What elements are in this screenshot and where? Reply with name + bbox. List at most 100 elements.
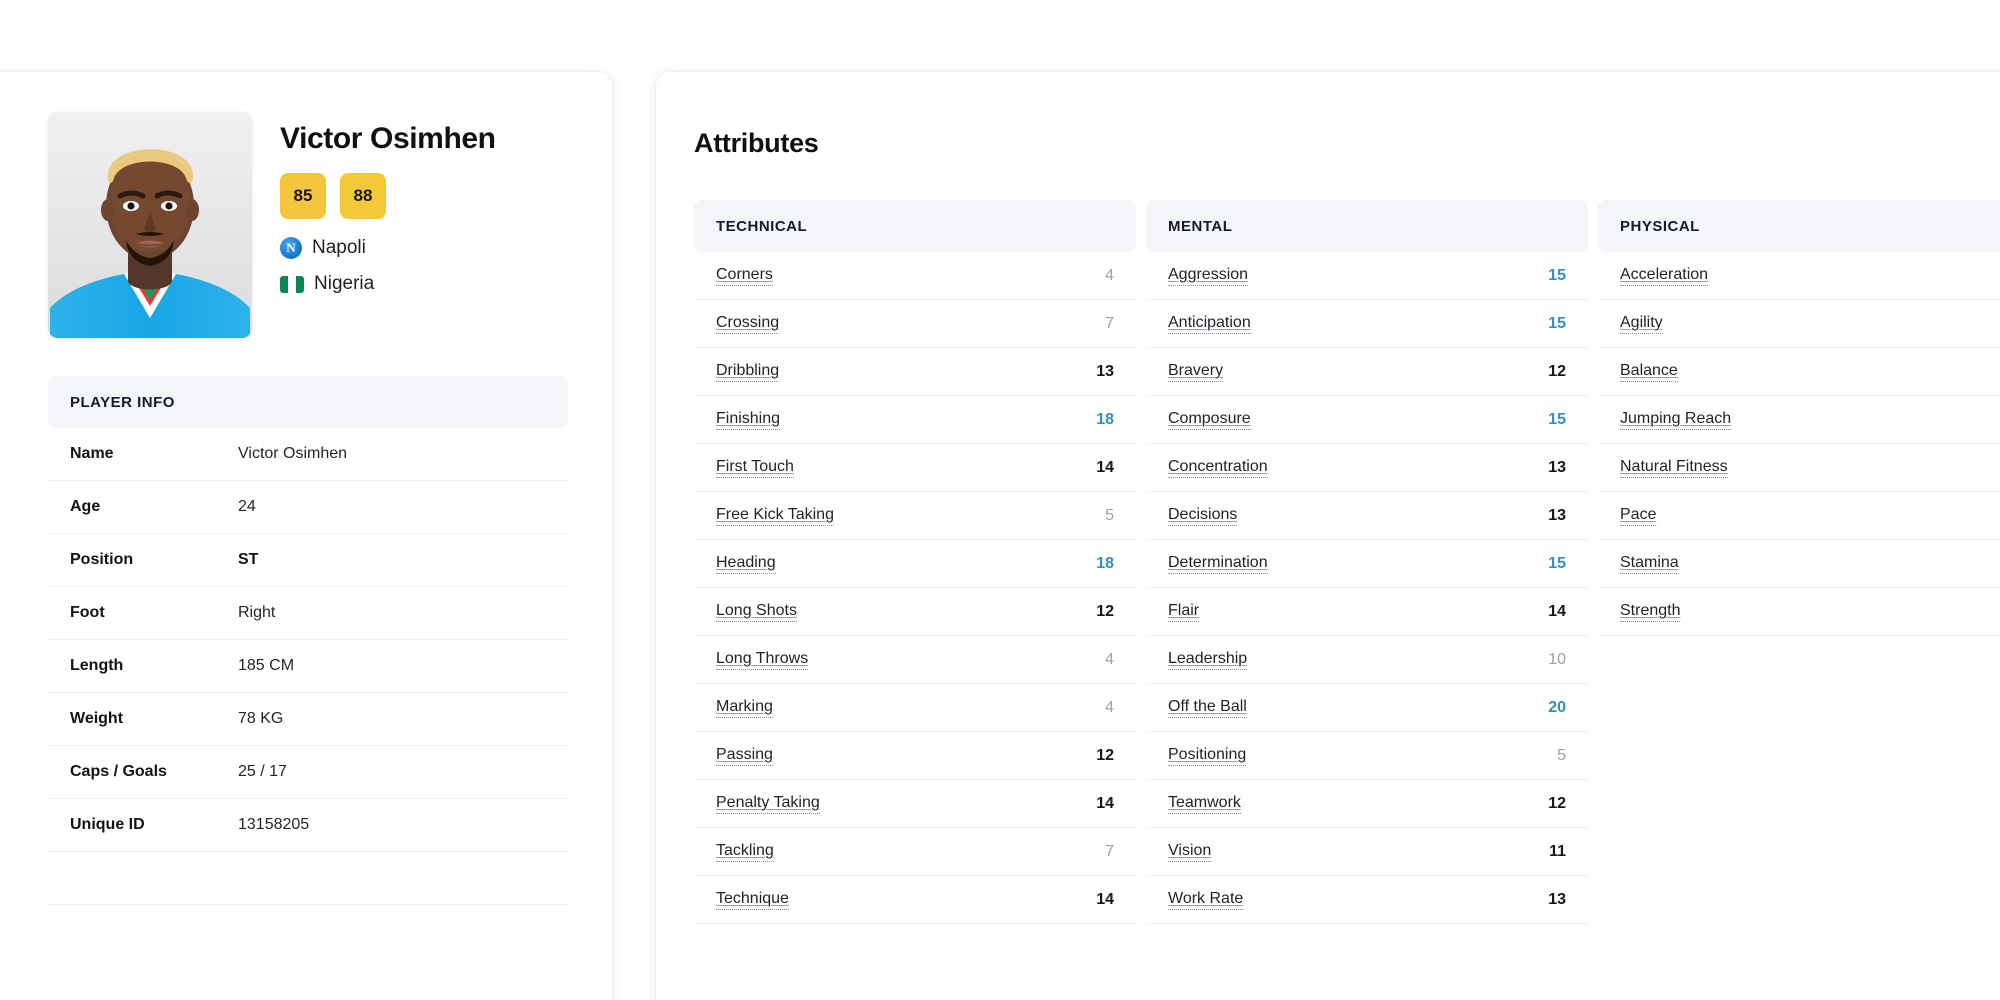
player-info-value: Right bbox=[238, 604, 276, 621]
attribute-name[interactable]: Work Rate bbox=[1168, 890, 1244, 910]
attribute-name[interactable]: Determination bbox=[1168, 554, 1268, 574]
player-info-label: Weight bbox=[70, 710, 124, 727]
attribute-row: Work Rate 13 bbox=[1146, 876, 1588, 924]
attribute-value: 15 bbox=[1548, 554, 1566, 572]
attribute-name[interactable]: Free Kick Taking bbox=[716, 506, 834, 526]
attribute-row: Determination 15 bbox=[1146, 540, 1588, 588]
attribute-name[interactable]: Teamwork bbox=[1168, 794, 1241, 814]
player-info-value: 24 bbox=[238, 498, 256, 515]
attribute-value: 12 bbox=[1548, 362, 1566, 380]
attribute-value: 4 bbox=[1105, 698, 1114, 716]
attribute-value: 11 bbox=[1549, 842, 1566, 860]
attribute-value: 12 bbox=[1096, 746, 1114, 764]
player-info-label: Age bbox=[70, 498, 101, 515]
player-info-label: Position bbox=[70, 551, 134, 568]
attribute-name[interactable]: Technique bbox=[716, 890, 789, 910]
attribute-name[interactable]: Agility bbox=[1620, 314, 1663, 334]
player-info-spacer-row bbox=[48, 852, 568, 905]
attribute-column-physical: PHYSICALAcceleration17Agility15Balance15… bbox=[1598, 200, 2000, 924]
attribute-name[interactable]: Concentration bbox=[1168, 458, 1268, 478]
attribute-name[interactable]: Leadership bbox=[1168, 650, 1248, 670]
attribute-name[interactable]: First Touch bbox=[716, 458, 794, 478]
attribute-value: 13 bbox=[1548, 506, 1566, 524]
attribute-row: Tackling 7 bbox=[694, 828, 1136, 876]
attribute-value: 12 bbox=[1096, 602, 1114, 620]
rating-badges: 85 88 bbox=[280, 173, 568, 219]
attribute-row: Positioning 5 bbox=[1146, 732, 1588, 780]
player-info-label: Foot bbox=[70, 604, 105, 621]
attribute-name[interactable]: Long Throws bbox=[716, 650, 809, 670]
attribute-value: 12 bbox=[1548, 794, 1566, 812]
attribute-column-header: TECHNICAL bbox=[694, 200, 1136, 252]
player-info-row: Length 185 CM bbox=[48, 640, 568, 693]
attribute-value: 14 bbox=[1548, 602, 1566, 620]
attribute-name[interactable]: Dribbling bbox=[716, 362, 780, 382]
attribute-name[interactable]: Natural Fitness bbox=[1620, 458, 1728, 478]
attribute-name[interactable]: Decisions bbox=[1168, 506, 1238, 526]
attribute-row: Composure 15 bbox=[1146, 396, 1588, 444]
attribute-name[interactable]: Anticipation bbox=[1168, 314, 1251, 334]
player-info-table: Name Victor Osimhen Age 24 Position ST Foot Rig… bbox=[48, 428, 568, 852]
current-ability-badge[interactable]: 85 bbox=[280, 173, 326, 219]
attribute-name[interactable]: Penalty Taking bbox=[716, 794, 820, 814]
club-row[interactable]: N Napoli bbox=[280, 237, 568, 259]
attribute-name[interactable]: Stamina bbox=[1620, 554, 1679, 574]
attribute-name[interactable]: Acceleration bbox=[1620, 266, 1709, 286]
attribute-row: Agility15 bbox=[1598, 300, 2000, 348]
attribute-name[interactable]: Flair bbox=[1168, 602, 1200, 622]
attribute-row: Off the Ball 20 bbox=[1146, 684, 1588, 732]
attribute-name[interactable]: Long Shots bbox=[716, 602, 797, 622]
attribute-name[interactable]: Finishing bbox=[716, 410, 781, 430]
player-info-value: Victor Osimhen bbox=[238, 445, 348, 462]
nation-row[interactable]: Nigeria bbox=[280, 273, 568, 295]
attribute-row: Pace19 bbox=[1598, 492, 2000, 540]
attribute-value: 4 bbox=[1105, 650, 1114, 668]
player-info-row: Age 24 bbox=[48, 481, 568, 534]
attribute-row: Passing 12 bbox=[694, 732, 1136, 780]
nation-name: Nigeria bbox=[314, 273, 375, 294]
attribute-name[interactable]: Composure bbox=[1168, 410, 1251, 430]
player-info-row: Weight 78 KG bbox=[48, 693, 568, 746]
attribute-row: Aggression 15 bbox=[1146, 252, 1588, 300]
attribute-name[interactable]: Strength bbox=[1620, 602, 1681, 622]
attribute-name[interactable]: Vision bbox=[1168, 842, 1212, 862]
attribute-column-header: PHYSICAL bbox=[1598, 200, 2000, 252]
attribute-row: Vision 11 bbox=[1146, 828, 1588, 876]
attribute-name[interactable]: Crossing bbox=[716, 314, 780, 334]
attribute-name[interactable]: Heading bbox=[716, 554, 776, 574]
attribute-value: 13 bbox=[1548, 890, 1566, 908]
attribute-value: 4 bbox=[1105, 266, 1114, 284]
attribute-row: Crossing 7 bbox=[694, 300, 1136, 348]
attribute-column-mental: MENTAL Aggression 15 Anticipation 15 Bravery 1… bbox=[1146, 200, 1588, 924]
player-info-row: Position ST bbox=[48, 534, 568, 587]
attribute-name[interactable]: Marking bbox=[716, 698, 773, 718]
attribute-name[interactable]: Corners bbox=[716, 266, 773, 286]
attribute-row: Finishing 18 bbox=[694, 396, 1136, 444]
attribute-name[interactable]: Tackling bbox=[716, 842, 774, 862]
player-info-label: Name bbox=[70, 445, 114, 462]
potential-ability-badge[interactable]: 88 bbox=[340, 173, 386, 219]
attribute-row: Long Shots 12 bbox=[694, 588, 1136, 636]
player-header: Victor Osimhen 85 88 N Napoli Nigeria bbox=[48, 112, 568, 338]
attribute-name[interactable]: Balance bbox=[1620, 362, 1678, 382]
attribute-name[interactable]: Jumping Reach bbox=[1620, 410, 1732, 430]
attribute-value: 13 bbox=[1096, 362, 1114, 380]
attribute-name[interactable]: Aggression bbox=[1168, 266, 1249, 286]
player-info-value: ST bbox=[238, 551, 259, 568]
attribute-name[interactable]: Bravery bbox=[1168, 362, 1224, 382]
attribute-name[interactable]: Pace bbox=[1620, 506, 1657, 526]
attribute-row: Dribbling 13 bbox=[694, 348, 1136, 396]
player-info-label: Unique ID bbox=[70, 816, 145, 833]
attribute-value: 13 bbox=[1548, 458, 1566, 476]
nigeria-flag-icon bbox=[280, 275, 304, 293]
attribute-row: Penalty Taking 14 bbox=[694, 780, 1136, 828]
attribute-row: Anticipation 15 bbox=[1146, 300, 1588, 348]
attribute-row: Marking 4 bbox=[694, 684, 1136, 732]
attribute-name[interactable]: Passing bbox=[716, 746, 773, 766]
attribute-name[interactable]: Off the Ball bbox=[1168, 698, 1247, 718]
attribute-name[interactable]: Positioning bbox=[1168, 746, 1247, 766]
attribute-row: Decisions 13 bbox=[1146, 492, 1588, 540]
attribute-value: 10 bbox=[1548, 650, 1566, 668]
club-name: Napoli bbox=[312, 237, 366, 258]
page-title: Victor Osimhen bbox=[280, 122, 496, 155]
